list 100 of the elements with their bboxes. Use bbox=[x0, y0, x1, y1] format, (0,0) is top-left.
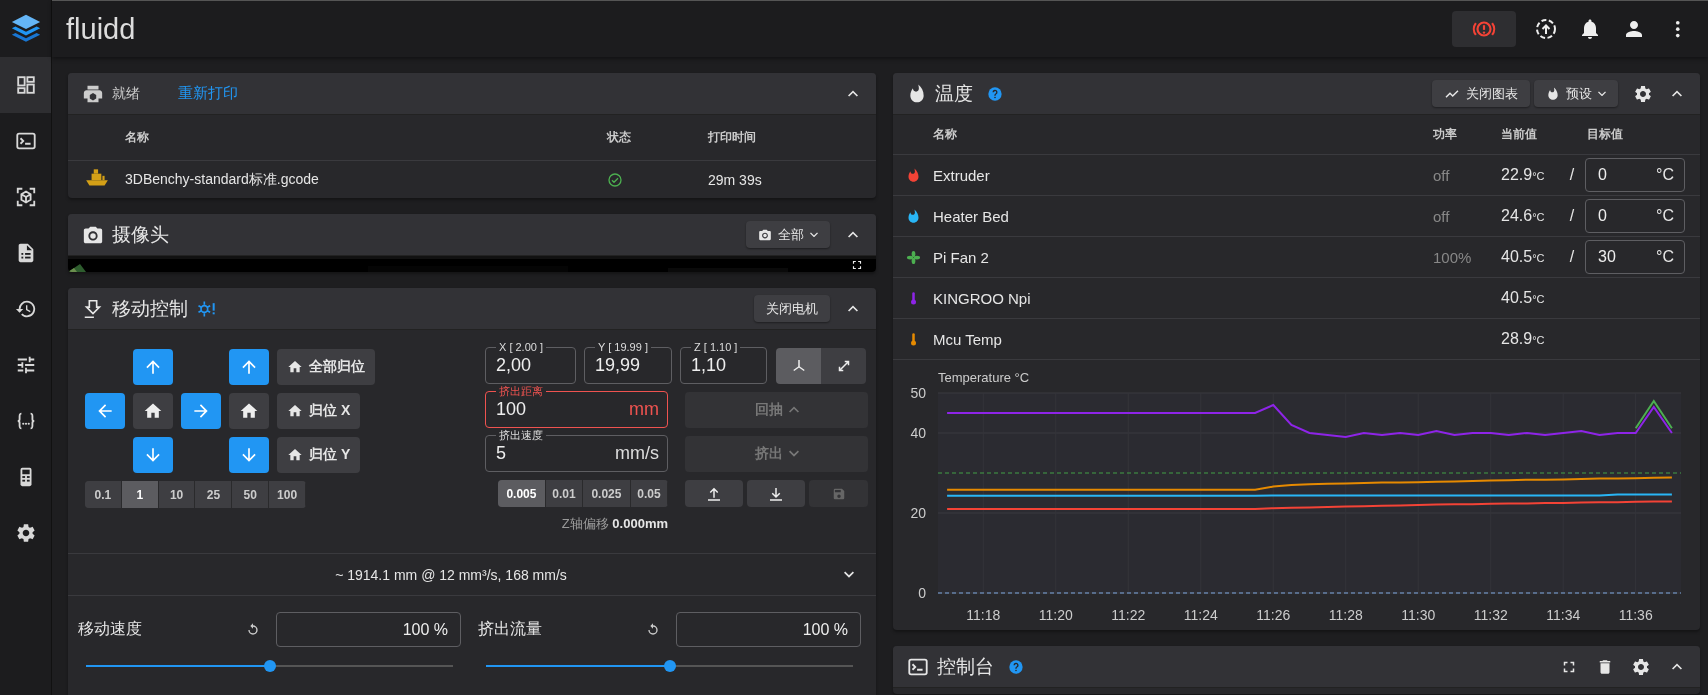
z-step-button[interactable]: 0.005 bbox=[498, 480, 546, 507]
chevron-icon bbox=[788, 450, 799, 458]
position-field[interactable]: Y [ 19.99 ] 19,99 bbox=[584, 342, 672, 384]
chart-title: Temperature °C bbox=[938, 370, 1030, 385]
power-value: off bbox=[1433, 207, 1451, 225]
chevron-icon bbox=[1672, 662, 1682, 671]
z-step-button[interactable]: 0.01 bbox=[545, 480, 583, 507]
flow-slider[interactable] bbox=[486, 659, 853, 673]
menu-icon bbox=[1675, 19, 1681, 39]
reset-icon bbox=[645, 621, 661, 638]
jog-button[interactable] bbox=[133, 349, 173, 385]
home-button[interactable] bbox=[133, 393, 173, 429]
value-input[interactable]: 2,00 bbox=[496, 355, 567, 376]
target-field[interactable]: 0 °C bbox=[1585, 199, 1685, 233]
sensor-name: KINGROO Npi bbox=[933, 289, 1032, 307]
position-field[interactable]: X [ 2.00 ] 2,00 bbox=[485, 342, 576, 384]
extrude-field[interactable]: 挤出速度 5 mm/s bbox=[485, 430, 668, 472]
upload-icon bbox=[1534, 17, 1558, 41]
column-header: 打印时间 bbox=[708, 129, 757, 146]
position-field[interactable]: Z [ 1.10 ] 1,10 bbox=[680, 342, 767, 384]
extrude-field[interactable]: 挤出距离 100 mm bbox=[485, 386, 668, 428]
factor-label: 移动速度 bbox=[78, 619, 143, 639]
chevron-icon bbox=[1672, 89, 1682, 98]
step-button[interactable]: 100 bbox=[269, 481, 306, 508]
jog-button[interactable] bbox=[229, 437, 269, 473]
print-time: 29m 39s bbox=[708, 171, 763, 188]
download-button[interactable] bbox=[747, 480, 805, 507]
sensor-name: Pi Fan 2 bbox=[933, 248, 990, 266]
current-temperature: 40.5°C bbox=[1501, 248, 1546, 266]
reprint-link[interactable]: 重新打印 bbox=[178, 84, 238, 103]
value-input[interactable]: 100 % bbox=[289, 620, 448, 639]
chevron-icon bbox=[848, 304, 858, 313]
camera-filter-button[interactable]: 全部 bbox=[746, 221, 830, 248]
percent-field[interactable]: 100 % bbox=[276, 612, 461, 647]
separator: / bbox=[1569, 248, 1575, 265]
jog-button[interactable] bbox=[133, 437, 173, 473]
presets-button[interactable]: 预设 bbox=[1534, 80, 1618, 107]
value-input[interactable]: 0 bbox=[1598, 207, 1657, 225]
z-offset-value: 0.000mm bbox=[612, 516, 668, 531]
field-label: 挤出速度 bbox=[498, 430, 544, 441]
home-button[interactable]: 全部归位 bbox=[277, 349, 375, 385]
power-value: 100% bbox=[1433, 248, 1473, 266]
z-step-button[interactable]: 0.05 bbox=[630, 480, 668, 507]
chevron-icon bbox=[1598, 90, 1606, 97]
column-header: 当前值 bbox=[1501, 126, 1538, 143]
upload-button[interactable] bbox=[685, 480, 743, 507]
separator: / bbox=[1569, 166, 1575, 183]
step-button[interactable]: 25 bbox=[195, 481, 233, 508]
emergency-stop-button[interactable] bbox=[1452, 11, 1516, 47]
home-button[interactable]: 归位 Y bbox=[277, 437, 361, 473]
history-icon bbox=[14, 298, 37, 320]
axis-tick-label: 11:30 bbox=[1401, 607, 1436, 623]
speed-slider[interactable] bbox=[86, 659, 453, 673]
percent-field[interactable]: 100 % bbox=[676, 612, 861, 647]
axis-tick-label: 20 bbox=[910, 505, 926, 521]
axis-tick-label: 11:34 bbox=[1546, 607, 1581, 623]
axis-tick-label: 40 bbox=[910, 425, 926, 441]
current-temperature: 28.9°C bbox=[1501, 330, 1546, 348]
step-button[interactable]: 0.1 bbox=[85, 481, 122, 508]
home-icon bbox=[287, 403, 303, 419]
target-field[interactable]: 0 °C bbox=[1585, 158, 1685, 192]
terminal-icon bbox=[14, 130, 37, 152]
close-chart-button[interactable]: 关闭图表 bbox=[1432, 80, 1530, 107]
jog-button[interactable] bbox=[229, 349, 269, 385]
help-icon bbox=[1008, 658, 1024, 675]
settings-icon bbox=[14, 522, 37, 544]
chevron-icon bbox=[844, 570, 854, 579]
step-button[interactable]: 10 bbox=[158, 481, 196, 508]
target-field[interactable]: 30 °C bbox=[1585, 240, 1685, 274]
current-temperature: 22.9°C bbox=[1501, 166, 1546, 184]
extrusion-summary: ~ 1914.1 mm @ 12 mm³/s, 168 mm/s bbox=[335, 566, 567, 583]
column-header: 名称 bbox=[933, 126, 958, 143]
flame-icon bbox=[907, 83, 927, 104]
value-input[interactable]: 100 bbox=[496, 399, 629, 420]
value-input[interactable]: 100 % bbox=[689, 620, 848, 639]
axis-tick-label: 11:36 bbox=[1618, 607, 1653, 623]
value-input[interactable]: 1,10 bbox=[691, 355, 758, 376]
settings-icon bbox=[1631, 656, 1651, 677]
card-title: 摄像头 bbox=[112, 222, 169, 247]
home-button[interactable]: 归位 X bbox=[277, 393, 361, 429]
axis-tick-label: 11:26 bbox=[1256, 607, 1291, 623]
home-button[interactable] bbox=[229, 393, 269, 429]
factor-label: 挤出流量 bbox=[478, 619, 543, 639]
step-button[interactable]: 1 bbox=[121, 481, 159, 508]
motors-off-button[interactable]: 关闭电机 bbox=[754, 295, 830, 322]
z-step-button[interactable]: 0.025 bbox=[583, 480, 631, 507]
unit-label: mm/s bbox=[615, 443, 659, 464]
value-input[interactable]: 0 bbox=[1598, 166, 1657, 184]
power-value: off bbox=[1433, 166, 1451, 184]
home-icon bbox=[287, 447, 303, 463]
axis-tick-label: 11:22 bbox=[1111, 607, 1146, 623]
sidebar-item[interactable] bbox=[0, 57, 51, 113]
step-button[interactable]: 50 bbox=[232, 481, 270, 508]
value-input[interactable]: 30 bbox=[1598, 248, 1657, 266]
value-input[interactable]: 19,99 bbox=[595, 355, 663, 376]
field-label: 挤出距离 bbox=[498, 386, 544, 397]
value-input[interactable]: 5 bbox=[496, 443, 615, 464]
current-temperature: 24.6°C bbox=[1501, 207, 1546, 225]
chevron-icon bbox=[848, 89, 858, 98]
coordinate-mode-button[interactable] bbox=[821, 348, 866, 384]
